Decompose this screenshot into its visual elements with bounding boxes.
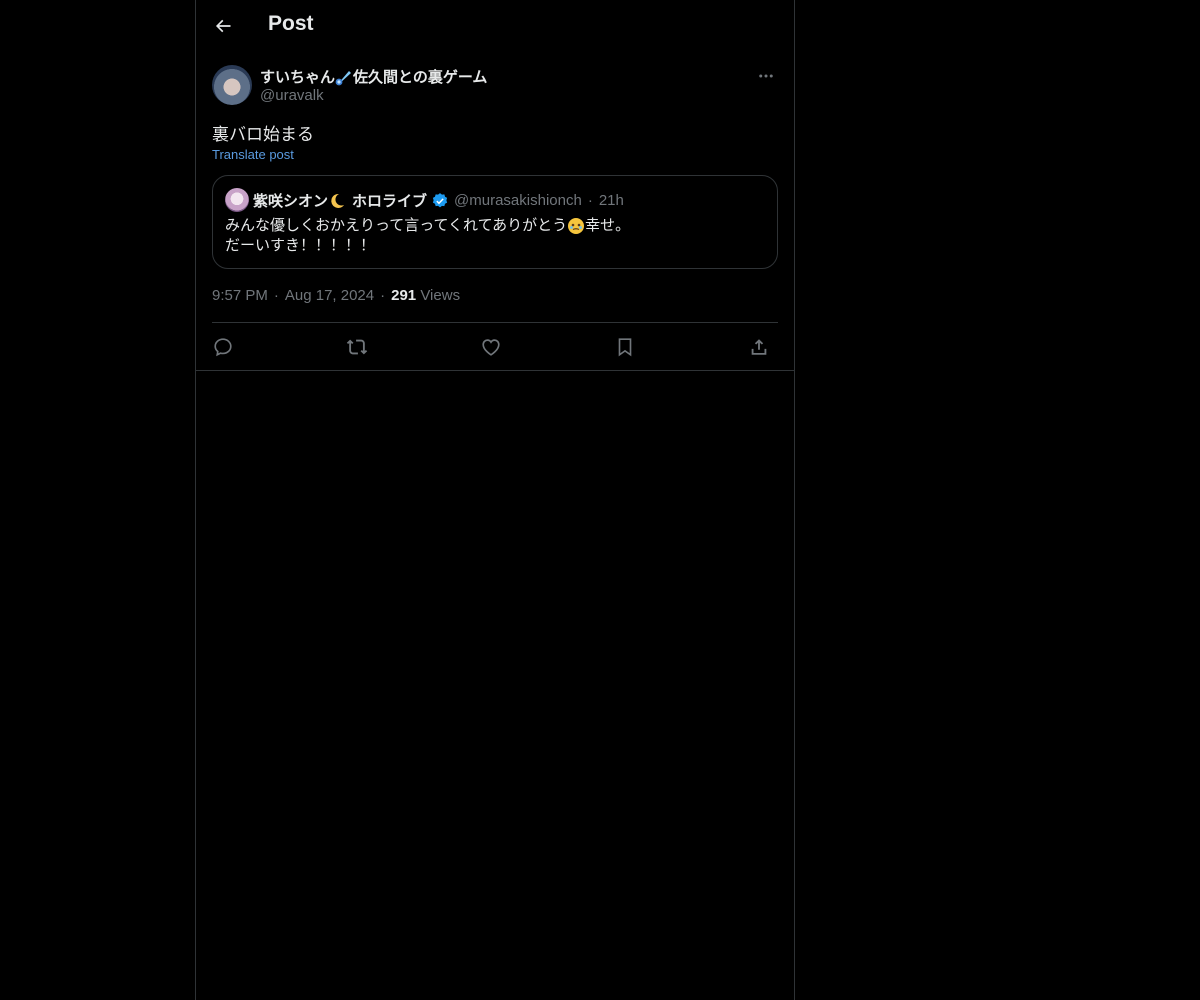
quoted-line1-before: みんな優しくおかえりって言ってくれてありがとう: [225, 217, 568, 234]
quoted-line1-after: 幸せ。: [585, 217, 631, 234]
bookmark-button[interactable]: [611, 333, 639, 361]
share-icon: [751, 339, 767, 355]
like-button[interactable]: [477, 333, 505, 361]
quoted-line2: だーいすき！！！！！: [225, 237, 376, 254]
like-icon: [482, 339, 500, 356]
author-name[interactable]: すいちゃん 佐久間との裏ゲーム: [260, 66, 487, 87]
arrow-left-icon: [215, 19, 231, 33]
reply-button[interactable]: [209, 333, 237, 361]
more-dots-icon: [759, 74, 773, 78]
verified-badge-icon: [432, 192, 448, 207]
post-meta: 9:57 PM · Aug 17, 2024 · 291 Views: [212, 287, 461, 304]
quoted-name-suffix: ホロライブ: [352, 193, 428, 210]
face-holding-back-tears-emoji-icon: [568, 218, 585, 235]
reply-icon: [214, 338, 232, 357]
author-name-prefix: すいちゃん: [260, 69, 336, 86]
quoted-avatar: [225, 188, 249, 212]
quoted-text: みんな優しくおかえりって言ってくれてありがとう 幸せ。 だーいすき！！！！！: [225, 216, 630, 256]
page-header: Post: [196, 0, 794, 53]
repost-button[interactable]: [343, 333, 371, 361]
avatar[interactable]: [212, 65, 252, 105]
share-button[interactable]: [745, 333, 773, 361]
divider: [212, 322, 778, 323]
quoted-handle: @murasakishionch: [454, 192, 582, 209]
comet-emoji-icon: [335, 70, 352, 85]
quoted-header: 紫咲シオン ホロライブ @murasakishionch · 21h: [253, 192, 624, 210]
post-author: すいちゃん 佐久間との裏ゲーム @uravalk: [212, 64, 778, 108]
post-actions: [212, 333, 778, 361]
more-options-button[interactable]: [754, 64, 778, 88]
author-handle[interactable]: @uravalk: [260, 87, 324, 104]
page-title: Post: [268, 12, 314, 35]
back-button[interactable]: [206, 9, 240, 43]
crescent-moon-emoji-icon: [331, 193, 345, 208]
author-name-suffix: 佐久間との裏ゲーム: [353, 69, 488, 86]
main-column: Post すいちゃん 佐久間との裏ゲーム @uravalk 裏バロ始まる Tra…: [195, 0, 795, 1000]
bookmark-icon: [618, 338, 632, 357]
repost-icon: [346, 339, 368, 355]
post-text: 裏バロ始まる: [212, 125, 314, 144]
quoted-post[interactable]: 紫咲シオン ホロライブ @murasakishionch · 21h みんな優し…: [212, 175, 778, 269]
views-count: 291: [391, 287, 417, 304]
views-label: Views: [420, 287, 461, 304]
translate-post-link[interactable]: Translate post: [212, 147, 294, 162]
quoted-time: 21h: [598, 192, 624, 209]
post-time[interactable]: 9:57 PM: [212, 287, 268, 304]
post-date[interactable]: Aug 17, 2024: [285, 287, 374, 304]
quoted-name-prefix: 紫咲シオン: [253, 193, 329, 210]
post-bottom-border: [196, 370, 794, 371]
